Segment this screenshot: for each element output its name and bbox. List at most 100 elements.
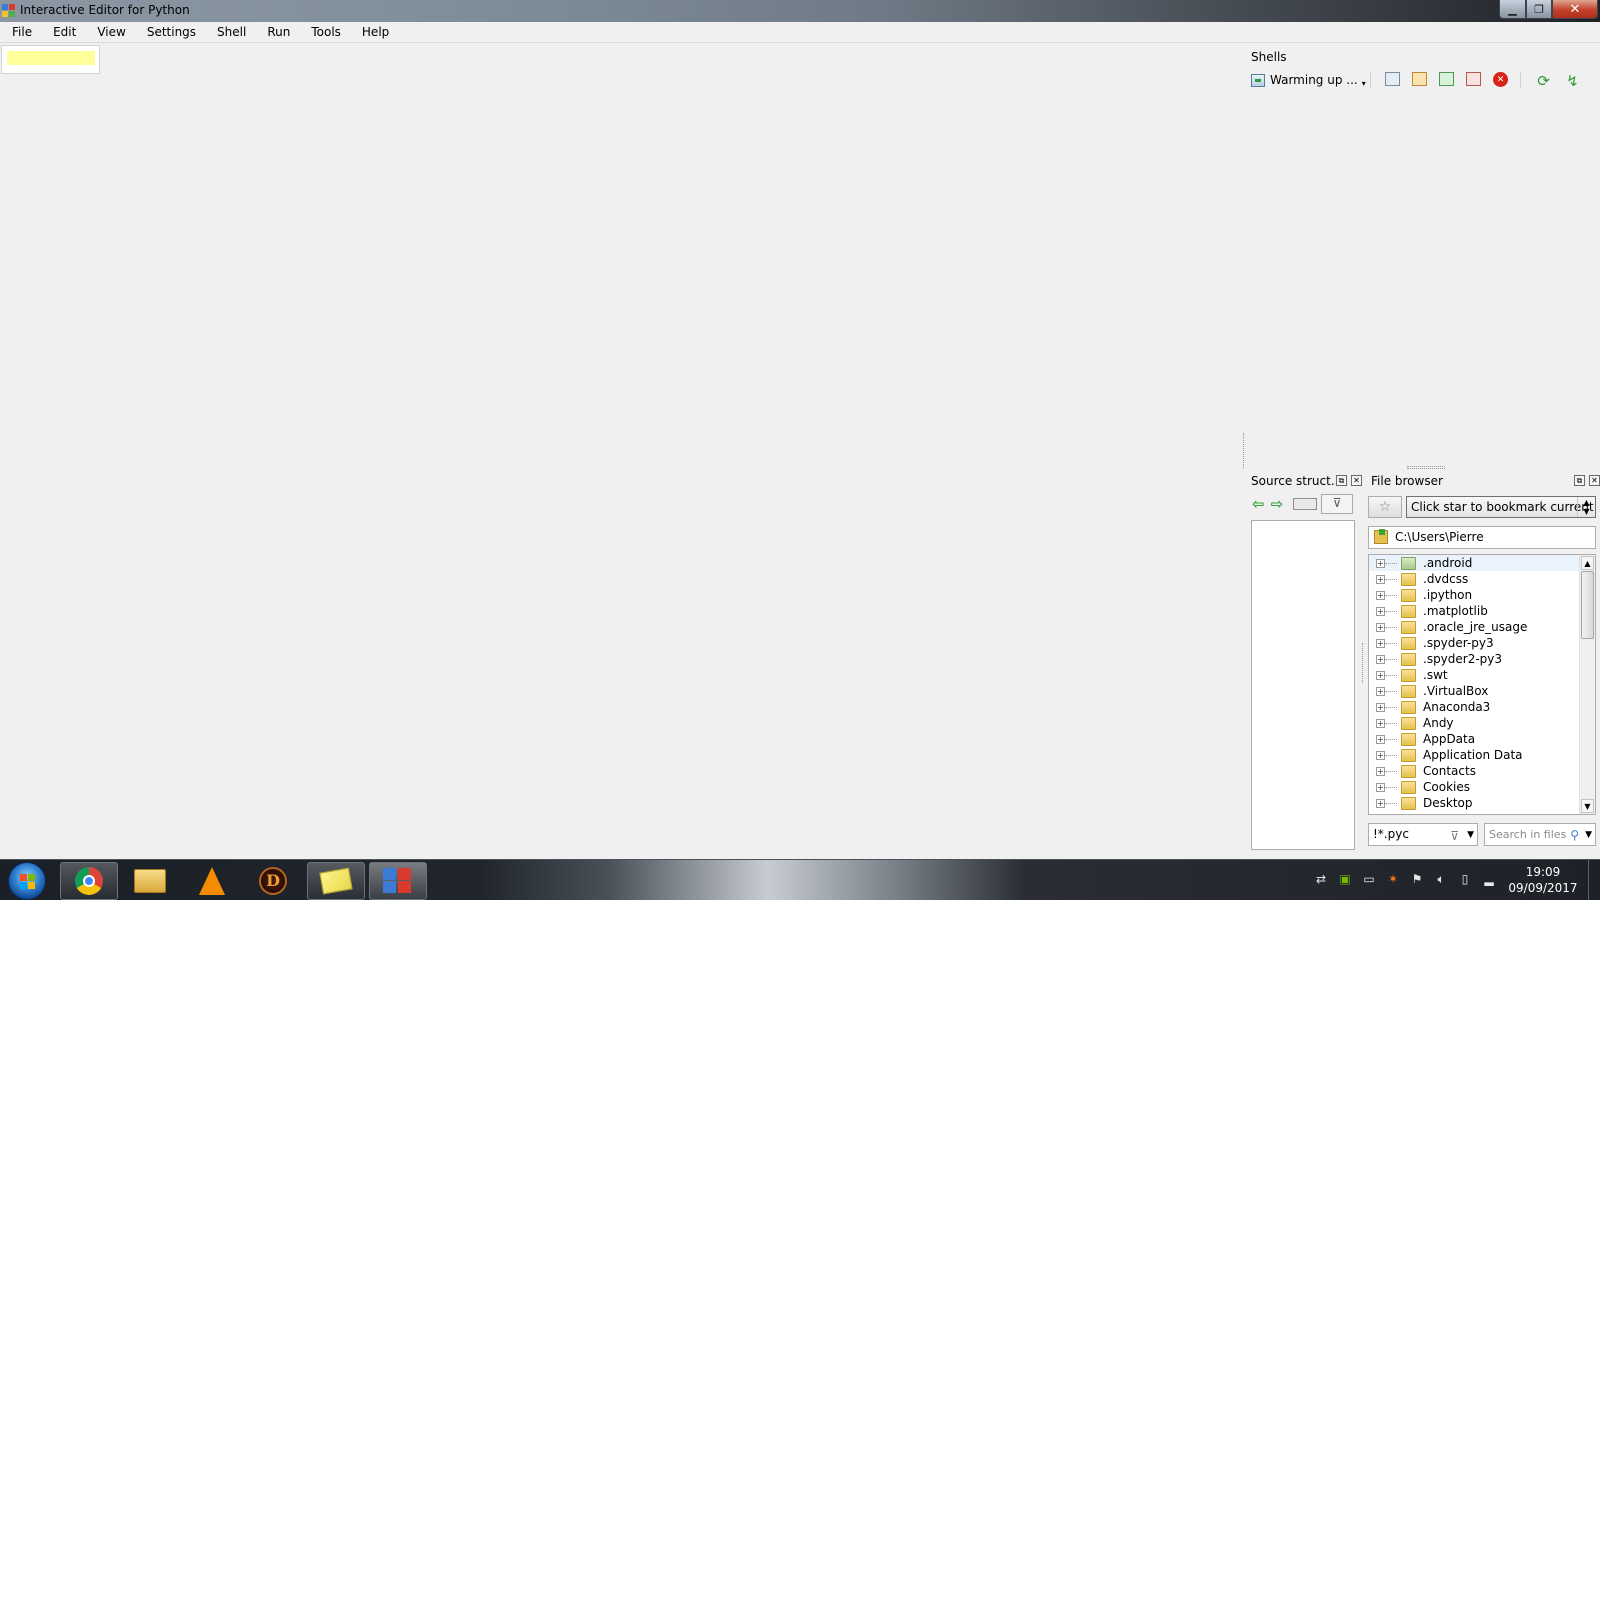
- bookmark-star-button[interactable]: ☆: [1368, 496, 1402, 518]
- start-button[interactable]: [8, 862, 46, 900]
- scroll-thumb[interactable]: [1581, 571, 1594, 639]
- undock-icon[interactable]: ⧉: [1574, 475, 1585, 486]
- close-icon[interactable]: ✕: [1351, 475, 1362, 486]
- expand-icon[interactable]: +: [1376, 655, 1385, 664]
- taskbar-sticky-notes[interactable]: [307, 862, 365, 900]
- expand-icon[interactable]: +: [1376, 687, 1385, 696]
- expand-icon[interactable]: +: [1376, 719, 1385, 728]
- file-tree-scrollbar[interactable]: ▲ ▼: [1579, 555, 1595, 814]
- path-input[interactable]: C:\Users\Pierre: [1368, 526, 1596, 549]
- folder-icon: [1401, 749, 1416, 762]
- taskbar-explorer[interactable]: [121, 862, 179, 900]
- file-tree-item[interactable]: + .matplotlib: [1369, 603, 1595, 619]
- expand-icon[interactable]: +: [1376, 559, 1385, 568]
- editor-tab-highlight[interactable]: [7, 51, 95, 65]
- taskbar-clock[interactable]: 19:09 09/09/2017: [1508, 864, 1578, 896]
- expand-icon[interactable]: +: [1376, 735, 1385, 744]
- expand-icon[interactable]: +: [1376, 671, 1385, 680]
- file-tree-item[interactable]: + Contacts: [1369, 763, 1595, 779]
- avast-icon[interactable]: ✶: [1386, 872, 1400, 886]
- search-in-files-input[interactable]: Search in files ⚲ ▼: [1484, 823, 1596, 846]
- file-tree-item[interactable]: + Desktop: [1369, 795, 1595, 811]
- expand-icon[interactable]: +: [1376, 575, 1385, 584]
- file-tree-item[interactable]: + Anaconda3: [1369, 699, 1595, 715]
- scroll-up-icon[interactable]: ▲: [1581, 556, 1594, 570]
- minimize-button[interactable]: ▁: [1499, 0, 1526, 19]
- expand-icon[interactable]: +: [1376, 767, 1385, 776]
- signal-icon[interactable]: ▂: [1482, 872, 1496, 886]
- forward-arrow-icon[interactable]: ⇨: [1271, 495, 1284, 513]
- expand-icon[interactable]: +: [1376, 783, 1385, 792]
- chevron-down-icon[interactable]: ▼: [1585, 825, 1592, 846]
- file-tree-item[interactable]: + Application Data: [1369, 747, 1595, 763]
- file-tree-item[interactable]: + .android: [1369, 555, 1595, 571]
- name-filter-input[interactable]: !*.pyc ⊽ ▼: [1368, 823, 1478, 846]
- new-shell-icon[interactable]: [1385, 72, 1400, 86]
- action-center-flag-icon[interactable]: ⚑: [1410, 872, 1424, 886]
- tree-connector: [1385, 787, 1397, 788]
- title-bar[interactable]: Interactive Editor for Python ▁ ❐ ✕: [0, 0, 1600, 22]
- taskbar-diablo[interactable]: D: [244, 862, 302, 900]
- taskbar-chrome[interactable]: [60, 862, 118, 900]
- menu-shell[interactable]: Shell: [205, 22, 255, 42]
- file-tree-item[interactable]: + .oracle_jre_usage: [1369, 619, 1595, 635]
- keyboard-icon[interactable]: [1293, 498, 1318, 510]
- menu-settings[interactable]: Settings: [135, 22, 205, 42]
- file-tree-item[interactable]: + AppData: [1369, 731, 1595, 747]
- terminate-icon[interactable]: ✕: [1493, 72, 1508, 87]
- file-browser-title: File browser: [1371, 474, 1443, 488]
- filter-icon[interactable]: ⊽: [1321, 494, 1354, 514]
- expand-icon[interactable]: +: [1376, 751, 1385, 760]
- menu-view[interactable]: View: [85, 22, 134, 42]
- power-icon[interactable]: ▯: [1458, 872, 1472, 886]
- menu-file[interactable]: File: [0, 22, 41, 42]
- file-tree-item[interactable]: + .ipython: [1369, 587, 1595, 603]
- interrupt-icon[interactable]: [1412, 72, 1427, 86]
- run-icon[interactable]: ⟳: [1535, 72, 1552, 90]
- file-tree-item[interactable]: + .dvdcss: [1369, 571, 1595, 587]
- menu-tools[interactable]: Tools: [299, 22, 350, 42]
- taskbar-vlc[interactable]: [183, 862, 241, 900]
- expand-icon[interactable]: +: [1376, 799, 1385, 808]
- file-tree-item-label: AppData: [1423, 732, 1476, 746]
- scroll-down-icon[interactable]: ▼: [1581, 799, 1594, 813]
- menu-run[interactable]: Run: [255, 22, 299, 42]
- undock-icon[interactable]: ⧉: [1336, 475, 1347, 486]
- network-share-icon[interactable]: ⇄: [1314, 872, 1328, 886]
- chevron-down-icon[interactable]: ▼: [1467, 825, 1474, 846]
- restore-button[interactable]: ❐: [1526, 0, 1552, 19]
- debug-icon[interactable]: ↯: [1564, 72, 1581, 90]
- folder-up-icon[interactable]: [1374, 529, 1388, 544]
- vertical-splitter[interactable]: [1243, 433, 1245, 469]
- menu-edit[interactable]: Edit: [41, 22, 85, 42]
- clear-icon[interactable]: [1466, 72, 1481, 86]
- nvidia-icon[interactable]: ▣: [1338, 872, 1352, 886]
- show-desktop-button[interactable]: [1588, 860, 1600, 900]
- menu-help[interactable]: Help: [350, 22, 398, 42]
- close-window-button[interactable]: ✕: [1552, 0, 1598, 19]
- taskbar-iep[interactable]: [369, 862, 427, 900]
- source-structure-tree[interactable]: [1251, 520, 1355, 850]
- close-icon[interactable]: ✕: [1589, 475, 1600, 486]
- panel-splitter[interactable]: [1362, 643, 1364, 683]
- restart-icon[interactable]: [1439, 72, 1454, 86]
- expand-icon[interactable]: +: [1376, 703, 1385, 712]
- expand-icon[interactable]: +: [1376, 623, 1385, 632]
- file-tree-item[interactable]: + .swt: [1369, 667, 1595, 683]
- volume-icon[interactable]: 🔈︎: [1434, 872, 1448, 886]
- file-tree-item[interactable]: + Cookies: [1369, 779, 1595, 795]
- expand-icon[interactable]: +: [1376, 591, 1385, 600]
- workspace: Shells Warming up ... ▾ ✕ ⟳ ↯ »: [0, 43, 1600, 859]
- shell-selector[interactable]: Warming up ... ▾: [1251, 70, 1366, 90]
- back-arrow-icon[interactable]: ⇦: [1252, 495, 1265, 513]
- bookmark-select[interactable]: Click star to bookmark current dir ▲ ▼: [1406, 496, 1596, 518]
- horizontal-splitter[interactable]: [1407, 466, 1445, 469]
- file-tree-item[interactable]: + .spyder-py3: [1369, 635, 1595, 651]
- file-tree-item[interactable]: + .spyder2-py3: [1369, 651, 1595, 667]
- file-tree-item[interactable]: + .VirtualBox: [1369, 683, 1595, 699]
- expand-icon[interactable]: +: [1376, 639, 1385, 648]
- file-tree-item[interactable]: + Andy: [1369, 715, 1595, 731]
- file-tree[interactable]: + .android + .dvdcss + .ipython + .matplotlib +.…: [1368, 554, 1596, 815]
- expand-icon[interactable]: +: [1376, 607, 1385, 616]
- display-icon[interactable]: ▭: [1362, 872, 1376, 886]
